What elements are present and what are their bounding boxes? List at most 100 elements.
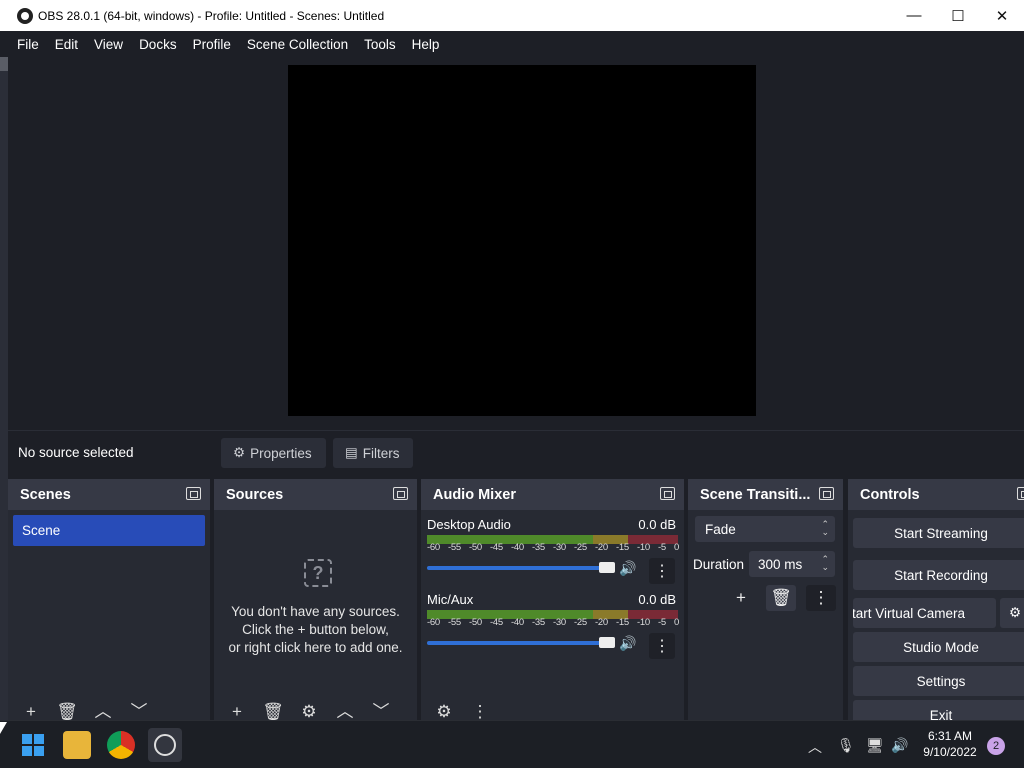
volume-slider[interactable] — [427, 562, 615, 573]
gears-icon[interactable]: ⚙ — [431, 700, 457, 720]
menu-profile[interactable]: Profile — [185, 37, 239, 52]
obs-logo-icon — [17, 7, 33, 24]
undock-icon[interactable] — [186, 487, 201, 500]
transition-select[interactable]: Fade ⌃ ⌄ — [695, 516, 835, 542]
menu-docks[interactable]: Docks — [131, 37, 185, 52]
chevron-up-icon[interactable]: ︿ — [808, 737, 822, 757]
audio-mixer-dock: Audio Mixer Desktop Audio 0.0 dB -60 -55-… — [421, 479, 684, 720]
maximize-button[interactable]: ☐ — [936, 0, 980, 31]
obs-taskbar-icon[interactable] — [148, 728, 182, 762]
updown-arrows-icon[interactable]: ⌃ ⌄ — [821, 555, 829, 572]
preview-canvas[interactable] — [288, 65, 756, 416]
gear-icon[interactable]: ⚙ — [296, 700, 322, 720]
left-scroll-handle[interactable] — [0, 57, 8, 71]
windows-start-icon[interactable] — [19, 731, 47, 759]
speaker-icon[interactable]: 🔊 — [619, 560, 636, 577]
controls-title: Controls — [860, 486, 920, 503]
controls-header: Controls — [848, 479, 1024, 510]
start-recording-button[interactable]: Start Recording — [853, 560, 1024, 590]
trash-icon[interactable]: 🗑 — [54, 700, 80, 720]
scenes-title: Scenes — [20, 486, 71, 503]
audio-mixer-header: Audio Mixer — [421, 479, 684, 510]
studio-mode-button[interactable]: Studio Mode — [853, 632, 1024, 662]
transitions-header: Scene Transiti... — [688, 479, 843, 510]
sources-empty-message: You don't have any sources. Click the + … — [228, 604, 403, 655]
filters-label: Filters — [362, 445, 400, 461]
trash-icon[interactable]: 🗑 — [260, 700, 286, 720]
add-transition-button[interactable]: + — [726, 585, 756, 611]
sources-dock[interactable]: Sources ? You don't have any sources. Cl… — [214, 479, 417, 720]
window-title: OBS 28.0.1 (64-bit, windows) - Profile: … — [38, 8, 385, 23]
channel-db: 0.0 dB — [638, 592, 676, 607]
transition-properties-button[interactable]: ⋮ — [806, 585, 836, 611]
menu-file[interactable]: File — [9, 37, 47, 52]
menu-help[interactable]: Help — [404, 37, 448, 52]
microphone-icon[interactable]: 🎙 — [837, 737, 855, 754]
system-clock[interactable]: 6:31 AM 9/10/2022 — [918, 728, 982, 760]
meter-ticks: -60 -55 -50 -45 -40 -35 -30 -25 -20 -15 -10 -5 0 — [427, 617, 679, 628]
virtual-camera-settings-button[interactable]: ⚙ — [1000, 598, 1024, 628]
volume-slider[interactable] — [427, 637, 615, 648]
menu-bar: File Edit View Docks Profile Scene Colle… — [0, 31, 1024, 57]
properties-button[interactable]: ⚙ Properties — [221, 438, 326, 468]
file-explorer-icon[interactable] — [63, 731, 91, 759]
filters-button[interactable]: ▤ Filters — [333, 438, 413, 468]
notification-badge[interactable]: 2 — [987, 737, 1005, 755]
kebab-menu-icon[interactable]: ⋮ — [649, 633, 675, 659]
gear-icon: ⚙ — [233, 445, 246, 460]
duration-label: Duration — [693, 557, 745, 572]
chevron-up-icon[interactable]: ︿ — [90, 700, 116, 720]
filter-icon: ▤ — [345, 445, 358, 460]
source-status: No source selected — [18, 445, 134, 460]
sources-header: Sources — [214, 479, 417, 510]
scenes-header: Scenes — [8, 479, 210, 510]
remove-transition-button[interactable]: 🗑 — [766, 585, 796, 611]
chrome-icon[interactable] — [107, 731, 135, 759]
audio-mixer-title: Audio Mixer — [433, 486, 516, 503]
updown-arrows-icon: ⌃ ⌄ — [821, 519, 829, 537]
scene-transitions-dock: Scene Transiti... Fade ⌃ ⌄ Duration 300 m… — [688, 479, 843, 720]
slider-handle[interactable] — [599, 562, 615, 573]
kebab-menu-icon[interactable]: ⋮ — [467, 700, 493, 720]
chevron-down-icon[interactable]: ﹀ — [126, 700, 152, 720]
minimize-button[interactable]: — — [892, 0, 936, 31]
window-titlebar: OBS 28.0.1 (64-bit, windows) - Profile: … — [0, 0, 1024, 31]
scenes-dock: Scenes Scene + 🗑 ︿ ﹀ — [8, 479, 210, 720]
add-icon[interactable]: + — [224, 700, 250, 720]
sources-title: Sources — [226, 486, 284, 503]
undock-icon[interactable] — [1017, 487, 1024, 500]
channel-name: Desktop Audio — [427, 517, 511, 532]
add-icon[interactable]: + — [18, 700, 44, 720]
speaker-icon[interactable]: 🔊 — [619, 635, 636, 652]
slider-handle[interactable] — [599, 637, 615, 648]
menu-tools[interactable]: Tools — [356, 37, 404, 52]
scene-item-label: Scene — [22, 523, 61, 538]
close-button[interactable]: ✕ — [980, 0, 1024, 31]
add-icon: + — [736, 588, 746, 607]
scenes-toolbar: + 🗑 ︿ ﹀ — [8, 696, 210, 720]
undock-icon[interactable] — [393, 487, 408, 500]
scene-list-item[interactable]: Scene — [13, 515, 205, 546]
properties-label: Properties — [250, 445, 312, 461]
start-streaming-button[interactable]: Start Streaming — [853, 518, 1024, 548]
source-toolbar: No source selected ⚙ Properties ▤ Filter… — [8, 430, 1024, 474]
chevron-down-icon[interactable]: ﹀ — [368, 700, 394, 720]
menu-edit[interactable]: Edit — [47, 37, 86, 52]
start-virtual-camera-button[interactable]: Start Virtual Camera — [853, 598, 996, 628]
kebab-menu-icon: ⋮ — [812, 588, 830, 607]
duration-spinbox[interactable]: 300 ms ⌃ ⌄ — [749, 551, 835, 577]
chevron-up-icon[interactable]: ︿ — [332, 700, 358, 720]
sources-toolbar: + 🗑 ⚙ ︿ ﹀ — [214, 696, 417, 720]
menu-scene-collection[interactable]: Scene Collection — [239, 37, 356, 52]
undock-icon[interactable] — [660, 487, 675, 500]
network-icon[interactable]: 🖥 — [866, 737, 884, 754]
meter-ticks: -60 -55 -50 -45 -40 -35 -30 -25 -20 -15 -10 -5 0 — [427, 542, 679, 553]
channel-db: 0.0 dB — [638, 517, 676, 532]
settings-button[interactable]: Settings — [853, 666, 1024, 696]
kebab-menu-icon[interactable]: ⋮ — [649, 558, 675, 584]
left-panel-edge — [0, 57, 8, 720]
speaker-icon[interactable]: 🔊 — [891, 737, 908, 754]
question-icon: ? — [304, 559, 332, 587]
undock-icon[interactable] — [819, 487, 834, 500]
menu-view[interactable]: View — [86, 37, 131, 52]
